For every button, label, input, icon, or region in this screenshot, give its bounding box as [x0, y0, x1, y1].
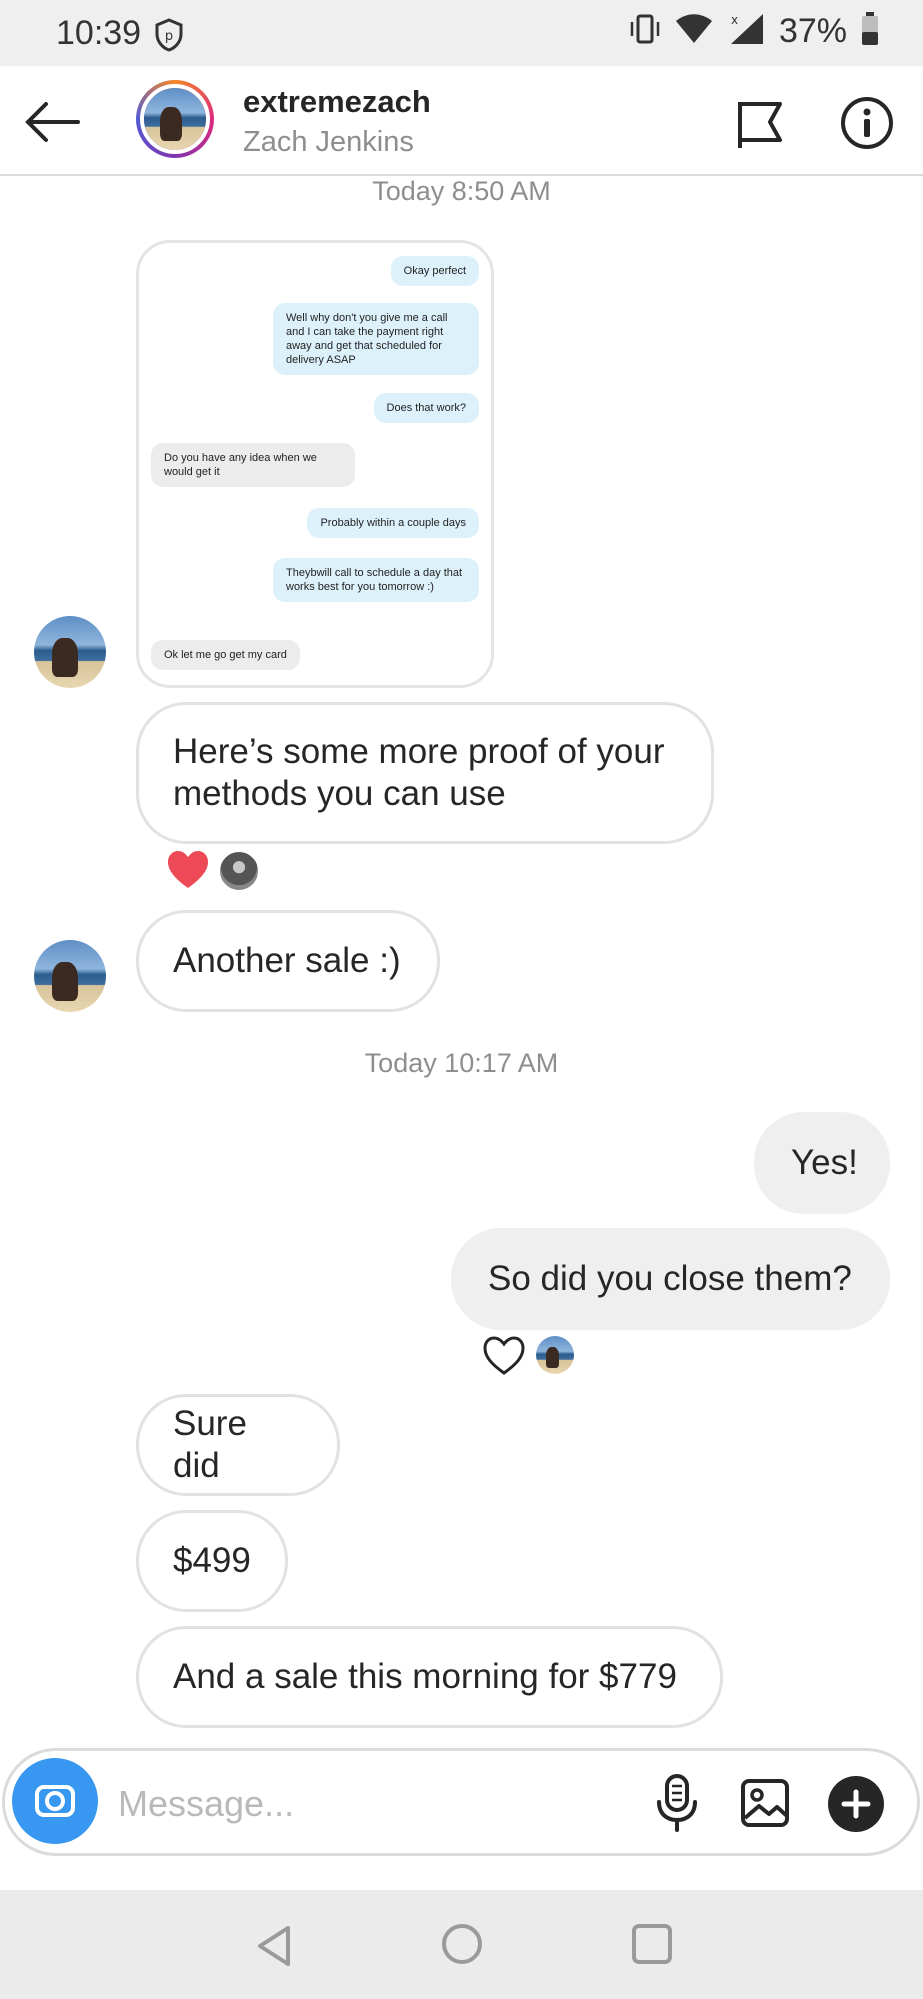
timestamp: Today 10:17 AM	[364, 1048, 559, 1078]
status-icons: x 37%	[629, 12, 879, 51]
nav-recents-icon[interactable]	[632, 1924, 672, 1964]
plus-icon	[841, 1789, 871, 1819]
reactor-avatar	[218, 850, 260, 892]
gallery-icon[interactable]	[740, 1776, 790, 1830]
mini-message: Do you have any idea when we would get i…	[151, 443, 355, 487]
battery-icon	[861, 12, 879, 51]
message-text: $499	[173, 1541, 251, 1580]
message-text: Another sale :)	[173, 941, 401, 980]
message-bubble: Another sale :)	[136, 910, 440, 1012]
sender-avatar[interactable]	[34, 616, 106, 688]
message-bubble: And a sale this morning for $779	[136, 1626, 723, 1728]
message-bubble: Sure did	[136, 1394, 340, 1496]
message-text: Here’s some more proof of your methods y…	[173, 732, 665, 813]
mini-message: Well why don't you give me a call and I …	[273, 303, 479, 375]
nav-back-icon[interactable]	[254, 1924, 294, 1968]
status-time: 10:39	[56, 14, 142, 52]
sender-avatar[interactable]	[34, 940, 106, 1012]
reactor-avatar	[534, 1334, 576, 1376]
message-text: Sure did	[173, 1404, 247, 1485]
message-bubble: Yes!	[754, 1112, 890, 1214]
back-arrow-icon[interactable]	[22, 100, 84, 144]
vibrate-icon	[629, 12, 661, 51]
add-button[interactable]	[828, 1776, 884, 1832]
chat-username[interactable]: extremezach	[243, 84, 431, 120]
message-bubble: Here’s some more proof of your methods y…	[136, 702, 714, 844]
message-bubble: $499	[136, 1510, 288, 1612]
message-text: Yes!	[791, 1143, 858, 1182]
message-input[interactable]	[118, 1780, 618, 1828]
shared-screenshot[interactable]: Okay perfect Well why don't you give me …	[136, 240, 494, 688]
wifi-icon	[675, 13, 713, 50]
svg-text:p: p	[165, 29, 173, 44]
chat-real-name: Zach Jenkins	[243, 126, 414, 158]
mini-message: Does that work?	[373, 393, 479, 423]
mini-message: Probably within a couple days	[307, 508, 479, 538]
timestamp: Today 8:50 AM	[372, 176, 551, 206]
signal-icon: x	[727, 12, 765, 51]
heart-reaction-icon[interactable]	[166, 850, 210, 890]
camera-button[interactable]	[12, 1758, 98, 1844]
svg-text:x: x	[731, 13, 738, 27]
message-text: And a sale this morning for $779	[173, 1657, 677, 1696]
microphone-icon[interactable]	[652, 1774, 702, 1832]
heart-outline-icon[interactable]	[482, 1336, 526, 1376]
vpn-shield-icon: p	[154, 18, 184, 52]
message-text: So did you close them?	[488, 1259, 852, 1298]
battery-percent: 37%	[778, 12, 847, 50]
info-icon[interactable]	[840, 96, 894, 150]
avatar[interactable]	[140, 84, 210, 154]
nav-home-icon[interactable]	[442, 1924, 482, 1964]
mini-message: Okay perfect	[390, 256, 479, 286]
message-bubble: So did you close them?	[451, 1228, 890, 1330]
camera-icon	[35, 1785, 75, 1817]
mini-message: Theybwill call to schedule a day that wo…	[273, 558, 479, 602]
flag-icon[interactable]	[736, 98, 784, 150]
mini-message: Ok let me go get my card	[151, 640, 300, 670]
